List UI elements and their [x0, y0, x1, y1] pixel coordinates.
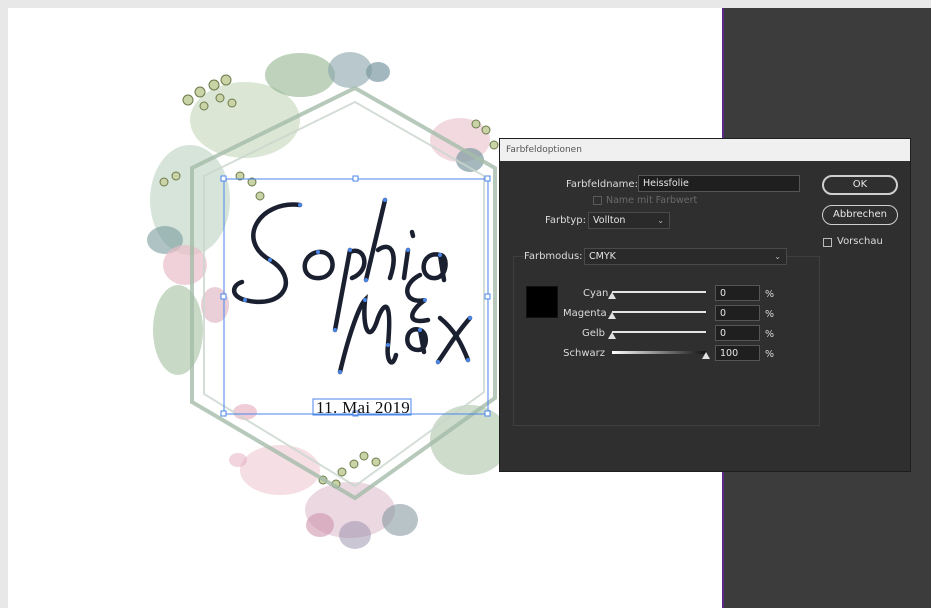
cyan-slider-thumb[interactable] [608, 292, 616, 299]
black-slider-thumb[interactable] [702, 352, 710, 359]
swatch-name-input[interactable]: Heissfolie [638, 175, 800, 192]
magenta-label: Magenta [563, 308, 607, 319]
black-input[interactable]: 100 [715, 345, 760, 361]
color-mode-label: Farbmodus: [524, 251, 586, 262]
yellow-label: Gelb [581, 328, 605, 339]
selection-frame[interactable] [220, 175, 491, 417]
color-mode-select[interactable]: CMYK ⌄ [584, 248, 787, 265]
black-slider-track[interactable] [612, 351, 706, 354]
anchor-points [243, 198, 472, 374]
swatch-name-label: Farbfeldname: [566, 179, 638, 190]
yellow-percent: % [765, 329, 775, 340]
script-lettering [231, 197, 473, 375]
preview-checkbox[interactable] [823, 238, 832, 247]
preview-label: Vorschau [837, 236, 883, 247]
magenta-percent: % [765, 309, 775, 320]
name-with-value-label: Name mit Farbwert [606, 195, 698, 206]
yellow-slider-track[interactable] [612, 331, 706, 333]
cyan-slider-track[interactable] [612, 291, 706, 293]
ok-button[interactable]: OK [822, 175, 898, 195]
swatch-options-dialog[interactable]: Farbfeldoptionen Farbfeldname: Heissfoli… [499, 138, 911, 472]
magenta-slider-thumb[interactable] [608, 312, 616, 319]
yellow-slider-thumb[interactable] [608, 332, 616, 339]
chevron-down-icon: ⌄ [657, 216, 664, 225]
cyan-label: Cyan [583, 288, 609, 299]
cyan-percent: % [765, 289, 775, 300]
magenta-input[interactable]: 0 [715, 305, 760, 321]
cancel-button[interactable]: Abbrechen [822, 205, 898, 225]
dialog-title: Farbfeldoptionen [500, 139, 910, 161]
color-type-label: Farbtyp: [545, 215, 586, 226]
color-preview-swatch [526, 286, 558, 318]
date-text[interactable]: 11. Mai 2019 [316, 398, 410, 418]
magenta-slider-track[interactable] [612, 311, 706, 313]
chevron-down-icon: ⌄ [774, 252, 781, 261]
floral-decoration [147, 52, 510, 549]
cyan-input[interactable]: 0 [715, 285, 760, 301]
color-type-value: Vollton [593, 215, 626, 226]
name-with-value-checkbox[interactable] [593, 196, 602, 205]
color-type-select[interactable]: Vollton ⌄ [588, 212, 670, 229]
yellow-input[interactable]: 0 [715, 325, 760, 341]
color-mode-group [513, 256, 820, 426]
black-label: Schwarz [563, 348, 605, 359]
color-mode-value: CMYK [589, 251, 616, 262]
black-percent: % [765, 349, 775, 360]
